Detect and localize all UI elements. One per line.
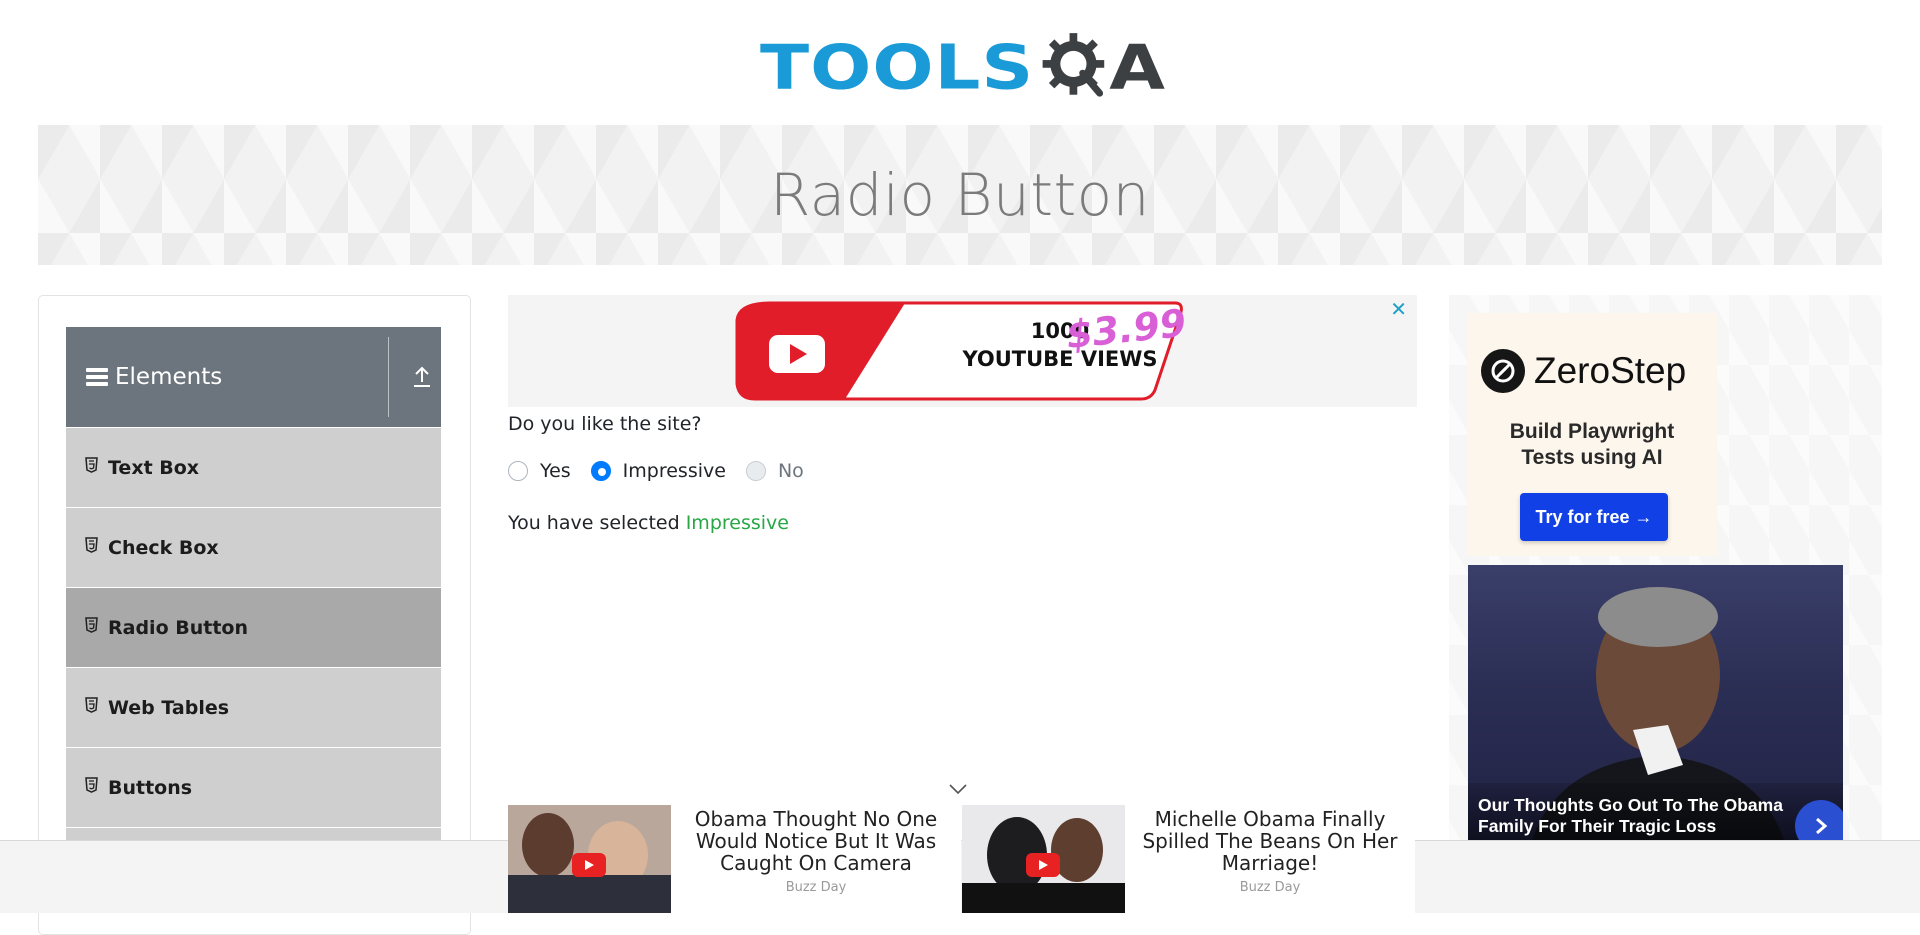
radio-yes-input[interactable] (508, 461, 528, 481)
news-ad[interactable]: Our Thoughts Go Out To The Obama Family … (1468, 565, 1843, 840)
zerostep-mark-icon (1481, 349, 1525, 393)
html5-icon (85, 776, 98, 793)
ad-thumbnail (508, 805, 671, 913)
logo-text: TOOLS (760, 31, 1035, 103)
elements-menu-list: Text Box Check Box Radio Button Web Tabl… (66, 427, 441, 907)
elements-group-header[interactable]: Elements (66, 327, 441, 427)
close-ad-icon[interactable]: ✕ (1390, 297, 1407, 321)
html5-icon (85, 456, 98, 473)
bottom-ad-card-2[interactable]: Michelle Obama Finally Spilled The Beans… (962, 805, 1415, 913)
try-for-free-button[interactable]: Try for free → (1520, 493, 1668, 541)
page-title: Radio Button (770, 161, 1150, 229)
radio-impressive-label[interactable]: Impressive (623, 460, 726, 482)
result-value: Impressive (685, 512, 789, 534)
ad-thumbnail (962, 805, 1125, 913)
radio-yes-label[interactable]: Yes (540, 460, 571, 482)
top-ad-banner[interactable]: ✕ 1000 YOUTUBE VIEWS $3.99 (508, 295, 1417, 407)
sidebar-item-label: Web Tables (108, 696, 230, 719)
logo-suffix: A (1109, 31, 1165, 103)
sidebar-item-radio-button[interactable]: Radio Button (66, 587, 441, 667)
zerostep-ad[interactable]: ZeroStep Build Playwright Tests using AI… (1467, 313, 1717, 556)
radio-no: No (745, 460, 804, 482)
video-play-icon (572, 853, 606, 877)
ad-headline[interactable]: Obama Thought No One Would Notice But It… (671, 808, 961, 874)
radio-yes[interactable]: Yes (508, 460, 571, 482)
radio-impressive[interactable]: Impressive (590, 460, 726, 482)
ad-source: Buzz Day (1239, 880, 1301, 895)
radio-no-label: No (777, 460, 804, 482)
left-sidebar: Elements Text Box Check Box Radio Button… (38, 295, 471, 935)
zerostep-brand: ZeroStep (1534, 350, 1687, 391)
header-divider (388, 337, 389, 417)
news-caption: Our Thoughts Go Out To The Obama Family … (1468, 783, 1843, 840)
selection-result: You have selected Impressive (508, 512, 789, 534)
page-banner: Radio Button (38, 125, 1882, 265)
ad-headline[interactable]: Michelle Obama Finally Spilled The Beans… (1125, 808, 1415, 874)
sidebar-item-buttons[interactable]: Buttons (66, 747, 441, 827)
collapse-up-icon[interactable] (412, 365, 432, 389)
bottom-ad-card-1[interactable]: Obama Thought No One Would Notice But It… (508, 805, 961, 913)
sidebar-item-web-tables[interactable]: Web Tables (66, 667, 441, 747)
html5-icon (85, 616, 98, 633)
ad-text-line2: YOUTUBE VIEWS (962, 347, 1158, 371)
chevron-down-icon[interactable] (948, 782, 968, 796)
question-text: Do you like the site? (508, 413, 702, 435)
sidebar-item-label: Buttons (108, 776, 193, 799)
ad-source: Buzz Day (785, 880, 847, 895)
tagline-line2: Tests using AI (1521, 446, 1663, 469)
html5-icon (85, 696, 98, 713)
tagline-line1: Build Playwright (1509, 420, 1675, 443)
sidebar-item-text-box[interactable]: Text Box (66, 427, 441, 507)
sidebar-item-label: Check Box (108, 536, 219, 559)
gear-magnifier-icon (1042, 33, 1105, 97)
right-ad-column: ZeroStep Build Playwright Tests using AI… (1449, 295, 1882, 840)
sidebar-item-label: Radio Button (108, 616, 248, 639)
html5-icon (85, 536, 98, 553)
radio-no-input (745, 461, 766, 481)
zerostep-logo: ZeroStep (1481, 349, 1686, 393)
result-prefix: You have selected (508, 512, 686, 534)
toolsqa-logo[interactable]: TOOLS A (760, 18, 1165, 116)
zerostep-tagline: Build Playwright Tests using AI (1467, 419, 1717, 471)
menu-hamburger-icon (86, 367, 108, 387)
sidebar-item-label: Text Box (108, 456, 200, 479)
group-title: Elements (115, 364, 223, 390)
sidebar-item-check-box[interactable]: Check Box (66, 507, 441, 587)
radio-impressive-input[interactable] (590, 461, 611, 481)
video-play-icon (1026, 853, 1060, 877)
radio-group: Yes Impressive No (508, 460, 824, 482)
